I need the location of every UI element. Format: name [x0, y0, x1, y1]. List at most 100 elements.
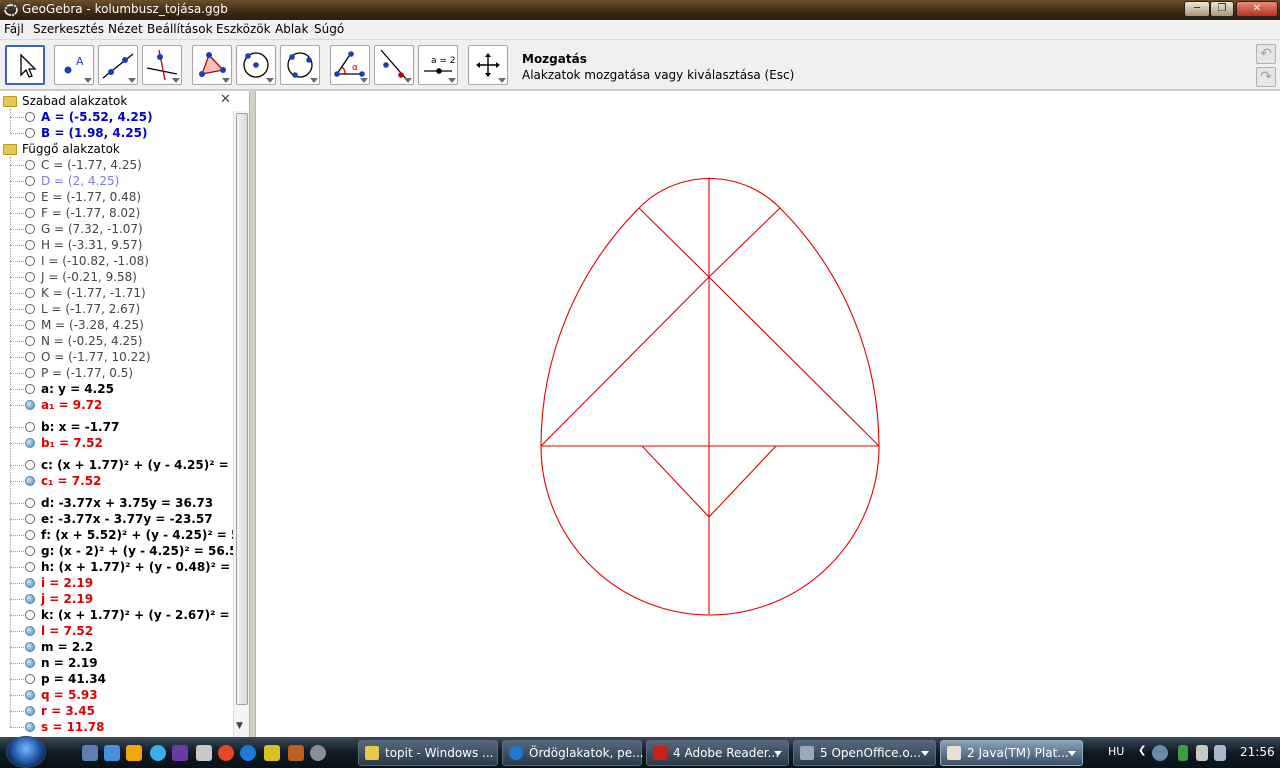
algebra-item[interactable]: N = (-0.25, 4.25)	[10, 333, 234, 349]
algebra-item[interactable]: K = (-1.77, -1.71)	[10, 285, 234, 301]
angle-tool-button[interactable]: α	[330, 45, 370, 85]
visibility-toggle[interactable]	[25, 304, 35, 314]
screen-icon[interactable]	[172, 745, 188, 761]
visibility-toggle[interactable]	[25, 400, 35, 410]
close-algebra-view-icon[interactable]: ✕	[220, 92, 231, 107]
algebra-item[interactable]: A = (-5.52, 4.25)	[10, 109, 234, 125]
algebra-item[interactable]: b₁ = 7.52	[10, 435, 234, 451]
algebra-item[interactable]: d: -3.77x + 3.75y = 36.73	[10, 495, 234, 511]
visibility-toggle[interactable]	[25, 224, 35, 234]
algebra-item[interactable]: a: y = 4.25	[10, 381, 234, 397]
user-icon[interactable]	[1152, 745, 1168, 761]
taskbar-button-openoffice[interactable]: 5 OpenOffice.o...	[793, 740, 936, 766]
volume-icon[interactable]	[1214, 745, 1226, 761]
algebra-item[interactable]: F = (-1.77, 8.02)	[10, 205, 234, 221]
menu-options[interactable]: Beállítások	[147, 22, 213, 36]
algebra-item[interactable]: j = 2.19	[10, 591, 234, 607]
visibility-toggle[interactable]	[25, 626, 35, 636]
algebra-item[interactable]: r = 3.45	[10, 703, 234, 719]
algebra-item[interactable]: H = (-3.31, 9.57)	[10, 237, 234, 253]
algebra-item[interactable]: n = 2.19	[10, 655, 234, 671]
menu-tools[interactable]: Eszközök	[216, 22, 271, 36]
visibility-toggle[interactable]	[25, 642, 35, 652]
visibility-toggle[interactable]	[25, 112, 35, 122]
algebra-item[interactable]: m = 2.2	[10, 639, 234, 655]
algebra-item[interactable]: c₁ = 7.52	[10, 473, 234, 489]
menu-file[interactable]: Fájl	[4, 22, 24, 36]
menu-help[interactable]: Súgó	[314, 22, 344, 36]
algebra-item[interactable]: L = (-1.77, 2.67)	[10, 301, 234, 317]
visibility-toggle[interactable]	[25, 546, 35, 556]
language-indicator[interactable]: HU	[1108, 745, 1124, 758]
algebra-item[interactable]: M = (-3.28, 4.25)	[10, 317, 234, 333]
visibility-toggle[interactable]	[25, 422, 35, 432]
scrollbar-thumb[interactable]	[236, 113, 248, 705]
algebra-scrollbar[interactable]: ▼	[233, 111, 249, 737]
close-button[interactable]: ✕	[1236, 1, 1278, 17]
visibility-toggle[interactable]	[25, 530, 35, 540]
battery-icon[interactable]	[1178, 745, 1188, 761]
visibility-toggle[interactable]	[25, 610, 35, 620]
visibility-toggle[interactable]	[25, 160, 35, 170]
visibility-toggle[interactable]	[25, 240, 35, 250]
folder-icon[interactable]	[3, 144, 17, 155]
visibility-toggle[interactable]	[25, 352, 35, 362]
menu-window[interactable]: Ablak	[275, 22, 308, 36]
visibility-toggle[interactable]	[25, 128, 35, 138]
circle-through-points-tool-button[interactable]	[280, 45, 320, 85]
algebra-item[interactable]: k: (x + 1.77)² + (y - 2.67)² = 4.79	[10, 607, 249, 623]
taskbar-button-adobe-reader[interactable]: 4 Adobe Reader...	[646, 740, 789, 766]
algebra-item[interactable]: h: (x + 1.77)² + (y - 0.48)² = 4.79	[10, 559, 249, 575]
show-desktop-icon[interactable]	[82, 745, 98, 761]
visibility-toggle[interactable]	[25, 706, 35, 716]
visibility-toggle[interactable]	[25, 562, 35, 572]
visibility-toggle[interactable]	[25, 272, 35, 282]
algebra-item[interactable]: e: -3.77x - 3.77y = -23.57	[10, 511, 234, 527]
algebra-item[interactable]: a₁ = 9.72	[10, 397, 234, 413]
algebra-item[interactable]: q = 5.93	[10, 687, 234, 703]
visibility-toggle[interactable]	[25, 256, 35, 266]
reflect-tool-button[interactable]	[374, 45, 414, 85]
start-button[interactable]	[6, 736, 46, 768]
calculator-icon[interactable]	[196, 745, 212, 761]
algebra-item[interactable]: g: (x - 2)² + (y - 4.25)² = 56.55	[10, 543, 246, 559]
graphics-view[interactable]	[255, 91, 1280, 737]
algebra-item[interactable]: E = (-1.77, 0.48)	[10, 189, 234, 205]
algebra-item[interactable]: b: x = -1.77	[10, 419, 234, 435]
polygon-tool-button[interactable]	[192, 45, 232, 85]
algebra-item[interactable]: i = 2.19	[10, 575, 234, 591]
slider-tool-button[interactable]: a = 2	[418, 45, 458, 85]
visibility-toggle[interactable]	[25, 176, 35, 186]
visibility-toggle[interactable]	[25, 476, 35, 486]
algebra-item[interactable]: G = (7.32, -1.07)	[10, 221, 234, 237]
algebra-item[interactable]: O = (-1.77, 10.22)	[10, 349, 234, 365]
settings-icon[interactable]	[310, 745, 326, 761]
visibility-toggle[interactable]	[25, 192, 35, 202]
undo-button[interactable]: ↶	[1256, 44, 1276, 64]
algebra-item[interactable]: D = (2, 4.25)	[10, 173, 234, 189]
visibility-toggle[interactable]	[25, 368, 35, 378]
menu-edit[interactable]: Szerkesztés	[33, 22, 104, 36]
internet-explorer-icon[interactable]	[240, 745, 256, 761]
algebra-item[interactable]: p = 41.34	[10, 671, 234, 687]
visibility-toggle[interactable]	[25, 690, 35, 700]
minimize-button[interactable]: ─	[1184, 1, 1210, 17]
point-tool-button[interactable]: A	[54, 45, 94, 85]
algebra-group-title[interactable]: Függő alakzatok	[22, 142, 120, 156]
visibility-toggle[interactable]	[25, 288, 35, 298]
algebra-item[interactable]: s = 11.78	[10, 719, 234, 735]
visibility-toggle[interactable]	[25, 498, 35, 508]
archive-icon[interactable]	[264, 745, 280, 761]
visibility-toggle[interactable]	[25, 320, 35, 330]
algebra-item[interactable]: c: (x + 1.77)² + (y - 4.25)² = 14.21	[10, 457, 249, 473]
circle-tool-button[interactable]	[236, 45, 276, 85]
visibility-toggle[interactable]	[25, 336, 35, 346]
algebra-item[interactable]: B = (1.98, 4.25)	[10, 125, 234, 141]
visibility-toggle[interactable]	[25, 384, 35, 394]
algebra-item[interactable]: C = (-1.77, 4.25)	[10, 157, 234, 173]
redo-button[interactable]: ↷	[1256, 67, 1276, 87]
clock[interactable]: 21:56	[1240, 745, 1275, 759]
algebra-item[interactable]: l = 7.52	[10, 623, 234, 639]
algebra-item[interactable]: P = (-1.77, 0.5)	[10, 365, 234, 381]
move-tool-button[interactable]	[5, 45, 45, 85]
